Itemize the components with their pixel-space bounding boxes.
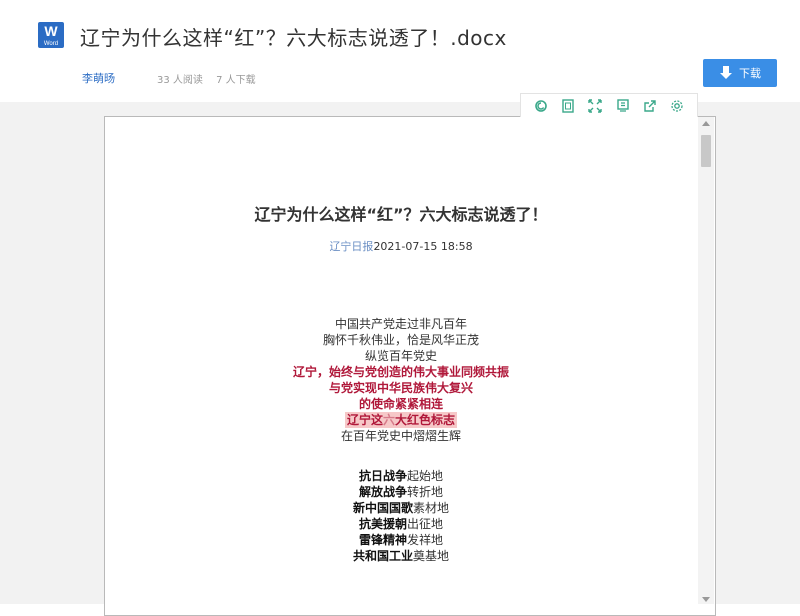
- verse-line-red: 的使命紧紧相连: [358, 397, 443, 411]
- read-count: 33 人阅读: [157, 75, 203, 86]
- article-title: 辽宁为什么这样“红”？六大标志说透了！: [254, 205, 548, 224]
- verse-line: 中国共产党走过非凡百年: [334, 317, 467, 331]
- verse-line-highlight: 辽宁这六大红色标志: [104, 412, 698, 428]
- author-link[interactable]: 李萌旸: [82, 70, 115, 86]
- publish-date: 2021-07-15 18:58: [373, 240, 473, 253]
- verse-line: 在百年党史中熠熠生辉: [340, 429, 461, 443]
- fullscreen-icon[interactable]: [587, 98, 603, 114]
- list-item: 雷锋精神发祥地: [358, 533, 444, 547]
- word-file-icon: W Word: [38, 22, 64, 48]
- settings-icon[interactable]: [669, 98, 685, 114]
- intro-verse: 中国共产党走过非凡百年 胸怀千秋伟业，恰是风华正茂 纵览百年党史 辽宁，始终与党…: [104, 316, 698, 444]
- list-item: 共和国工业奠基地: [352, 549, 450, 563]
- verse-line-red: 辽宁，始终与党创造的伟大事业同频共振: [292, 365, 509, 379]
- search-icon[interactable]: [533, 98, 549, 114]
- list-item: 抗日战争起始地: [358, 469, 444, 483]
- doc-header: W Word 辽宁为什么这样“红”？六大标志说透了！.docx 李萌旸 33 人…: [0, 0, 800, 102]
- list-item: 新中国国歌素材地: [352, 501, 450, 515]
- scroll-down-arrow-icon[interactable]: [702, 597, 710, 602]
- list-item: 抗美援朝出征地: [358, 517, 444, 531]
- scroll-up-arrow-icon[interactable]: [702, 121, 710, 126]
- scroll-thumb[interactable]: [701, 135, 711, 167]
- download-arrow-icon: [720, 66, 732, 79]
- page-title: 辽宁为什么这样“红”？六大标志说透了！.docx: [80, 26, 507, 50]
- verse-line-red: 与党实现中华民族伟大复兴: [328, 381, 473, 395]
- source: 辽宁日报: [329, 240, 374, 253]
- download-label: 下载: [739, 67, 761, 80]
- download-count: 7 人下载: [216, 75, 256, 86]
- list-item: 解放战争转折地: [358, 485, 444, 499]
- fit-page-icon[interactable]: [560, 98, 576, 114]
- highlighted-text: 辽宁这六大红色标志: [344, 412, 458, 428]
- share-icon[interactable]: [642, 98, 658, 114]
- verse-line: 纵览百年党史: [364, 349, 437, 363]
- doc-stats: 33 人阅读 7 人下载: [157, 71, 256, 86]
- six-symbols-list: 抗日战争起始地 解放战争转折地 新中国国歌素材地 抗美援朝出征地 雷锋精神发祥地…: [104, 468, 698, 564]
- scrollbar[interactable]: [698, 117, 714, 604]
- verse-line: 胸怀千秋伟业，恰是风华正茂: [322, 333, 479, 347]
- download-button[interactable]: 下载: [703, 59, 777, 87]
- byline: 辽宁日报2021-07-15 18:58: [104, 238, 698, 254]
- print-icon[interactable]: [615, 98, 631, 114]
- viewer-toolbar: [520, 93, 698, 117]
